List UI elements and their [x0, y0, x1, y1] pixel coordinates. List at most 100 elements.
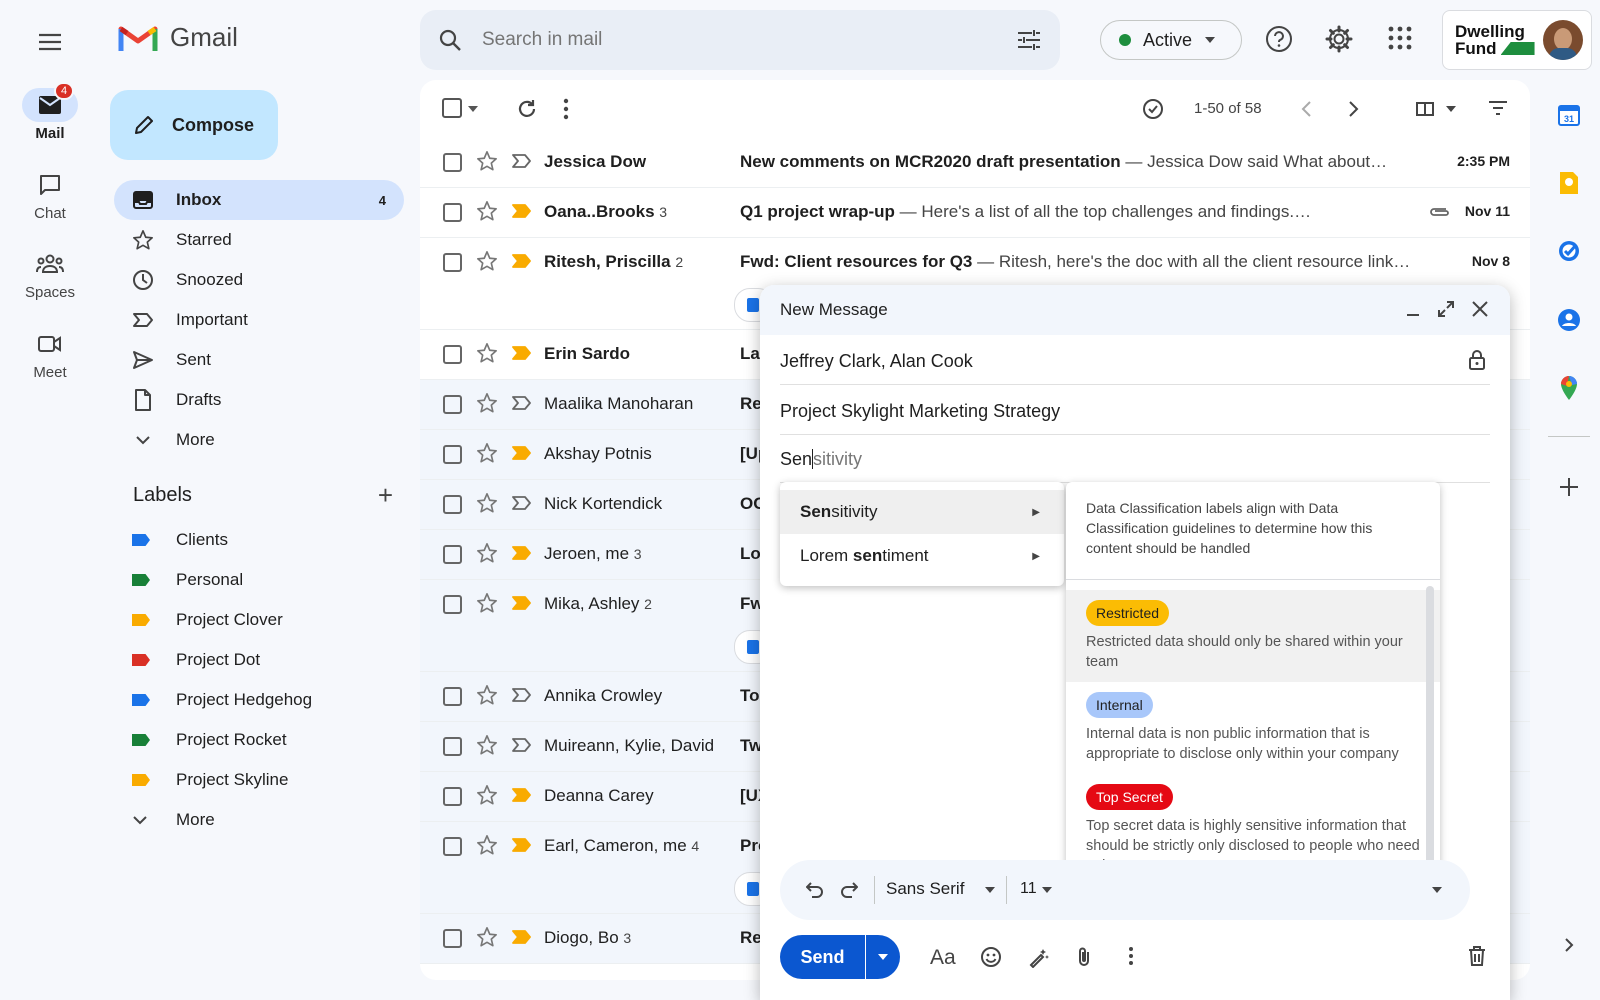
row-checkbox[interactable] [443, 687, 462, 706]
search-options-icon[interactable] [1016, 28, 1042, 52]
lock-icon[interactable] [1468, 349, 1486, 371]
account-switcher[interactable]: Dwelling Fund [1442, 10, 1592, 70]
send-options-caret-icon[interactable] [877, 953, 889, 961]
contacts-icon[interactable] [1554, 305, 1584, 335]
status-dropdown[interactable]: Active [1100, 20, 1242, 60]
rail-item-meet[interactable]: Meet [0, 327, 100, 381]
chevron-right-icon[interactable] [1348, 100, 1360, 118]
split-pane-icon[interactable] [1416, 100, 1458, 118]
nav-item-more[interactable]: More [114, 420, 404, 460]
table-row[interactable]: Jessica Dow New comments on MCR2020 draf… [420, 138, 1530, 188]
important-marker-icon[interactable] [512, 446, 532, 460]
star-icon[interactable] [476, 150, 498, 172]
nav-item-snoozed[interactable]: Snoozed [114, 260, 404, 300]
row-checkbox[interactable] [443, 595, 462, 614]
nav-item-starred[interactable]: Starred [114, 220, 404, 260]
important-marker-icon[interactable] [512, 788, 532, 802]
row-checkbox[interactable] [443, 929, 462, 948]
row-checkbox[interactable] [443, 203, 462, 222]
label-item-project-skyline[interactable]: Project Skyline [114, 760, 404, 800]
body-field[interactable]: Sensitivity [780, 433, 1490, 483]
nav-item-important[interactable]: Important [114, 300, 404, 340]
row-checkbox[interactable] [443, 787, 462, 806]
nav-item-sent[interactable]: Sent [114, 340, 404, 380]
chevron-left-icon[interactable] [1300, 100, 1312, 118]
refresh-icon[interactable] [516, 98, 538, 120]
labels-more[interactable]: More [114, 800, 404, 840]
row-checkbox[interactable] [443, 153, 462, 172]
important-marker-icon[interactable] [512, 346, 532, 360]
star-icon[interactable] [476, 592, 498, 614]
label-item-personal[interactable]: Personal [114, 560, 404, 600]
option-restricted[interactable]: Restricted Restricted data should only b… [1066, 590, 1440, 682]
minimize-icon[interactable] [1406, 303, 1420, 317]
star-icon[interactable] [476, 834, 498, 856]
redo-icon[interactable] [840, 882, 858, 898]
important-marker-icon[interactable] [512, 930, 532, 944]
important-marker-icon[interactable] [512, 496, 532, 510]
label-item-project-rocket[interactable]: Project Rocket [114, 720, 404, 760]
tasks-icon[interactable] [1554, 236, 1584, 266]
filter-icon[interactable] [1488, 100, 1508, 116]
star-icon[interactable] [476, 250, 498, 272]
rail-item-spaces[interactable]: Spaces [0, 247, 100, 301]
label-item-clients[interactable]: Clients [114, 520, 404, 560]
row-checkbox[interactable] [443, 737, 462, 756]
font-size-select[interactable]: 11 [1020, 880, 1037, 898]
emoji-icon[interactable] [980, 946, 1002, 968]
important-marker-icon[interactable] [512, 254, 532, 268]
font-family-select[interactable]: Sans Serif [886, 879, 964, 899]
important-marker-icon[interactable] [512, 546, 532, 560]
formatting-options-icon[interactable]: Aa [930, 946, 956, 970]
important-marker-icon[interactable] [512, 154, 532, 168]
send-button[interactable]: Send [780, 935, 900, 979]
gmail-logo[interactable]: Gmail [118, 22, 238, 53]
more-options-icon[interactable] [1128, 946, 1134, 966]
close-icon[interactable] [1472, 301, 1488, 317]
important-marker-icon[interactable] [512, 738, 532, 752]
star-icon[interactable] [476, 734, 498, 756]
option-internal[interactable]: Internal Internal data is non public inf… [1066, 682, 1440, 774]
important-marker-icon[interactable] [512, 838, 532, 852]
add-addon-icon[interactable] [1554, 472, 1584, 502]
row-checkbox[interactable] [443, 495, 462, 514]
apps-grid-icon[interactable] [1386, 24, 1418, 56]
rail-item-mail[interactable]: 4 Mail [0, 82, 100, 142]
to-field[interactable]: Jeffrey Clark, Alan Cook [780, 335, 1490, 385]
suggestion-sensitivity[interactable]: Sensitivity ▶ [780, 490, 1064, 534]
important-marker-icon[interactable] [512, 396, 532, 410]
maps-icon[interactable] [1554, 373, 1584, 403]
row-checkbox[interactable] [443, 545, 462, 564]
star-icon[interactable] [476, 200, 498, 222]
suggestion-lorem-sentiment[interactable]: Lorem sentiment ▶ [780, 534, 1064, 578]
important-marker-icon[interactable] [512, 596, 532, 610]
row-checkbox[interactable] [443, 837, 462, 856]
nav-item-inbox[interactable]: Inbox 4 [114, 180, 404, 220]
table-row[interactable]: Oana..Brooks 3 Q1 project wrap-up — Here'… [420, 188, 1530, 238]
star-icon[interactable] [476, 926, 498, 948]
attachment-icon[interactable] [1076, 946, 1092, 968]
panel-scrollbar[interactable] [1426, 586, 1434, 876]
star-icon[interactable] [476, 392, 498, 414]
compose-button[interactable]: Compose [110, 90, 278, 160]
magic-pen-icon[interactable] [1028, 946, 1050, 968]
label-item-project-dot[interactable]: Project Dot [114, 640, 404, 680]
star-icon[interactable] [476, 442, 498, 464]
row-checkbox[interactable] [443, 445, 462, 464]
more-vert-icon[interactable] [563, 98, 569, 120]
select-all-checkbox[interactable] [442, 98, 462, 118]
search-icon[interactable] [438, 28, 462, 52]
expand-panel-icon[interactable] [1554, 930, 1584, 960]
calendar-icon[interactable]: 31 [1554, 100, 1584, 130]
discard-trash-icon[interactable] [1468, 946, 1486, 966]
row-checkbox[interactable] [443, 395, 462, 414]
undo-icon[interactable] [806, 882, 824, 898]
star-icon[interactable] [476, 684, 498, 706]
add-label-icon[interactable]: + [378, 480, 393, 511]
expand-icon[interactable] [1438, 301, 1454, 317]
nav-item-drafts[interactable]: Drafts [114, 380, 404, 420]
keep-icon[interactable] [1554, 168, 1584, 198]
help-icon[interactable] [1264, 24, 1296, 56]
search-input[interactable] [482, 29, 962, 51]
important-marker-icon[interactable] [512, 688, 532, 702]
